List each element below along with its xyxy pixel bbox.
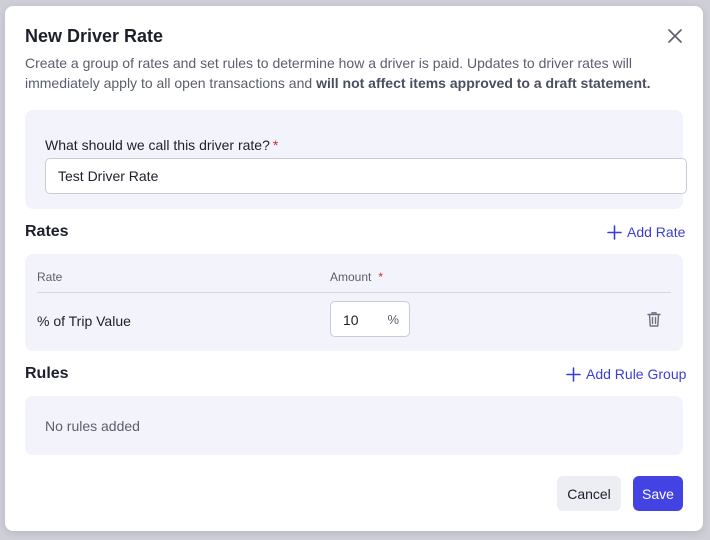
description-emphasis: will not affect items approved to a draf…: [316, 75, 651, 91]
add-rule-group-button[interactable]: Add Rule Group: [566, 366, 686, 382]
rates-heading: Rates: [25, 223, 69, 240]
rate-name-value: Test Driver Rate: [58, 168, 159, 184]
delete-rate-button[interactable]: [645, 310, 663, 328]
dialog-title: New Driver Rate: [25, 26, 164, 46]
amount-value: 10: [343, 312, 359, 328]
rate-name-section: What should we call this driver rate? * T…: [25, 110, 687, 209]
rate-column-header: Rate: [37, 270, 63, 284]
amount-header-text: Amount: [330, 270, 372, 284]
cancel-button[interactable]: Cancel: [557, 476, 621, 511]
save-button[interactable]: Save: [633, 476, 683, 511]
add-rule-group-label: Add Rule Group: [586, 366, 687, 382]
amount-input[interactable]: 10 %: [330, 301, 410, 337]
required-marker: *: [272, 137, 279, 153]
plus-icon: [607, 224, 622, 240]
rules-list: No rules added: [25, 396, 683, 455]
rates-table: Rate Amount * % of Trip Value 10 %: [25, 254, 683, 351]
amount-required-marker: *: [378, 270, 384, 284]
amount-column-header: Amount *: [330, 270, 383, 284]
add-rate-button[interactable]: Add Rate: [607, 224, 685, 240]
trash-icon: [647, 312, 661, 327]
rate-type: % of Trip Value: [37, 313, 131, 329]
percent-unit: %: [387, 312, 399, 327]
rate-name-label: What should we call this driver rate? *: [45, 137, 278, 153]
plus-icon: [566, 366, 581, 382]
close-icon: [668, 29, 682, 43]
rules-heading: Rules: [25, 365, 69, 382]
add-rate-label: Add Rate: [627, 224, 686, 240]
new-driver-rate-dialog: New Driver Rate Create a group of rates …: [5, 6, 703, 531]
table-header-divider: [37, 292, 671, 293]
dialog-description: Create a group of rates and set rules to…: [25, 53, 675, 93]
close-button[interactable]: [665, 26, 685, 46]
rate-name-input[interactable]: Test Driver Rate: [45, 158, 687, 194]
empty-rules-message: No rules added: [45, 418, 140, 434]
rate-name-label-text: What should we call this driver rate?: [45, 137, 270, 153]
